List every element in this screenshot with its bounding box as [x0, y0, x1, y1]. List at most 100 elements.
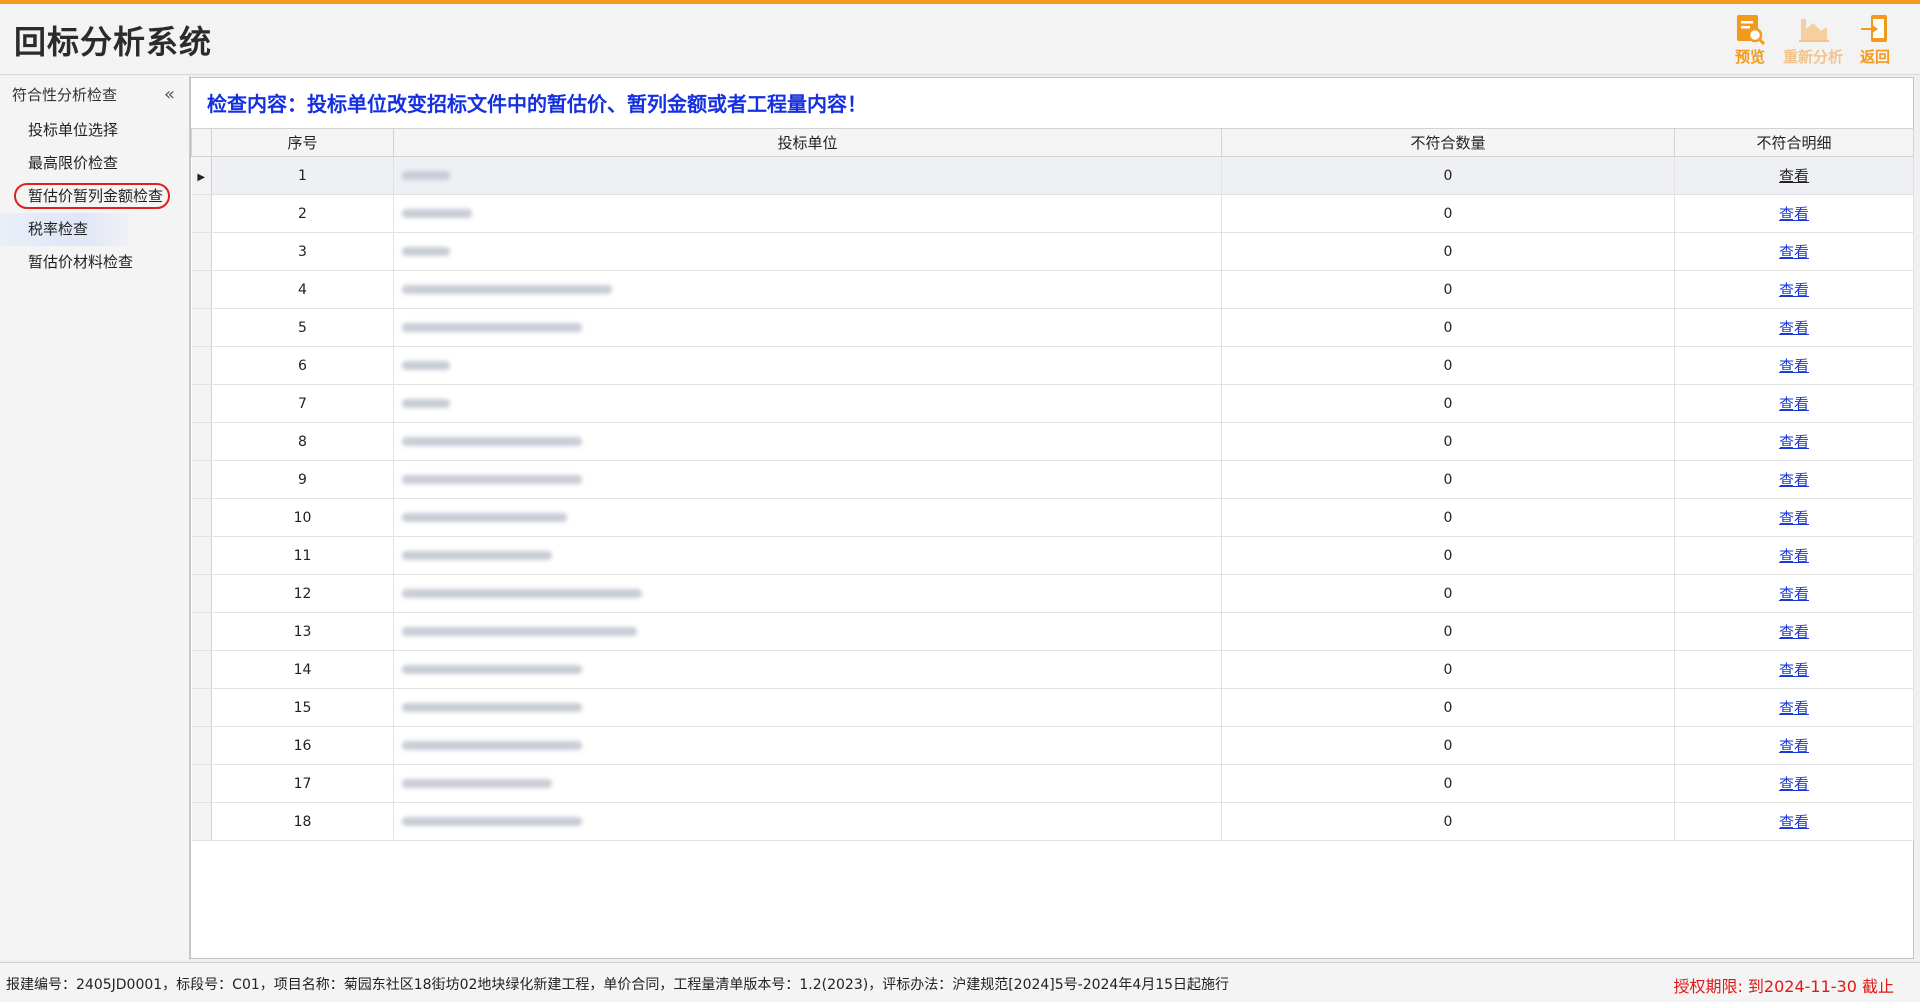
main-panel: 检查内容：投标单位改变招标文件中的暂估价、暂列金额或者工程量内容！ 序号 投标单…: [190, 77, 1914, 959]
row-number: 9: [211, 460, 394, 499]
row-indicator[interactable]: [191, 536, 212, 575]
row-indicator[interactable]: [191, 384, 212, 423]
table-row[interactable]: 15 0 查看: [191, 688, 1914, 727]
sidebar-item-provisional-sum-check[interactable]: 暂估价暂列金额检查: [0, 180, 189, 213]
status-bar: 报建编号：2405JD0001，标段号：C01，项目名称：菊园东社区18街坊02…: [0, 962, 1920, 1002]
table-row[interactable]: 2 0 查看: [191, 194, 1914, 233]
table-row[interactable]: 18 0 查看: [191, 802, 1914, 841]
table-row[interactable]: 12 0 查看: [191, 574, 1914, 613]
detail-cell: 查看: [1674, 574, 1914, 613]
detail-cell: 查看: [1674, 232, 1914, 271]
table-row[interactable]: 16 0 查看: [191, 726, 1914, 765]
row-number: 6: [211, 346, 394, 385]
table-row[interactable]: ▶ 1 0 查看: [191, 156, 1914, 195]
row-indicator[interactable]: [191, 726, 212, 765]
detail-cell: 查看: [1674, 308, 1914, 347]
row-indicator[interactable]: [191, 232, 212, 271]
preview-button[interactable]: 预览: [1730, 13, 1770, 67]
detail-cell: 查看: [1674, 498, 1914, 537]
bidder-name-redacted: [393, 726, 1222, 765]
row-indicator[interactable]: [191, 612, 212, 651]
view-detail-link[interactable]: 查看: [1779, 319, 1809, 337]
table-row[interactable]: 11 0 查看: [191, 536, 1914, 575]
row-indicator[interactable]: [191, 802, 212, 841]
sidebar-item-tax-rate-check[interactable]: 税率检查: [0, 213, 138, 246]
table-row[interactable]: 8 0 查看: [191, 422, 1914, 461]
sidebar-item-bidder-select[interactable]: 投标单位选择: [0, 114, 189, 147]
bidder-name-redacted: [393, 346, 1222, 385]
row-number: 3: [211, 232, 394, 271]
noncompliant-count: 0: [1221, 346, 1675, 385]
view-detail-link[interactable]: 查看: [1779, 205, 1809, 223]
view-detail-link[interactable]: 查看: [1779, 699, 1809, 717]
row-indicator[interactable]: [191, 270, 212, 309]
row-indicator[interactable]: ▶: [191, 156, 212, 195]
row-indicator[interactable]: [191, 574, 212, 613]
view-detail-link[interactable]: 查看: [1779, 243, 1809, 261]
back-button[interactable]: 返回: [1852, 13, 1898, 67]
column-header-noncompliant-detail[interactable]: 不符合明细: [1674, 128, 1914, 157]
detail-cell: 查看: [1674, 536, 1914, 575]
table-row[interactable]: 9 0 查看: [191, 460, 1914, 499]
app-title: 回标分析系统: [14, 23, 213, 61]
table-row[interactable]: 13 0 查看: [191, 612, 1914, 651]
column-header-no[interactable]: 序号: [211, 128, 394, 157]
column-header-bidder[interactable]: 投标单位: [393, 128, 1222, 157]
detail-cell: 查看: [1674, 384, 1914, 423]
table-row[interactable]: 4 0 查看: [191, 270, 1914, 309]
detail-cell: 查看: [1674, 346, 1914, 385]
table-row[interactable]: 17 0 查看: [191, 764, 1914, 803]
table-row[interactable]: 3 0 查看: [191, 232, 1914, 271]
view-detail-link[interactable]: 查看: [1779, 281, 1809, 299]
view-detail-link[interactable]: 查看: [1779, 623, 1809, 641]
row-number: 11: [211, 536, 394, 575]
redacted-text: [402, 171, 450, 180]
sidebar: 符合性分析检查 « 投标单位选择 最高限价检查 暂估价暂列金额检查 税率检查 暂…: [0, 76, 190, 960]
back-label: 返回: [1859, 48, 1890, 66]
row-indicator[interactable]: [191, 764, 212, 803]
preview-icon: [1737, 15, 1766, 45]
redacted-text: [402, 817, 582, 826]
view-detail-link[interactable]: 查看: [1779, 737, 1809, 755]
row-indicator[interactable]: [191, 422, 212, 461]
detail-cell: 查看: [1674, 688, 1914, 727]
row-indicator[interactable]: [191, 460, 212, 499]
noncompliant-count: 0: [1221, 384, 1675, 423]
row-indicator[interactable]: [191, 194, 212, 233]
view-detail-link[interactable]: 查看: [1779, 433, 1809, 451]
table-row[interactable]: 14 0 查看: [191, 650, 1914, 689]
sidebar-item-max-price-check[interactable]: 最高限价检查: [0, 147, 189, 180]
view-detail-link[interactable]: 查看: [1779, 167, 1809, 185]
sidebar-item-provisional-material-check[interactable]: 暂估价材料检查: [0, 246, 189, 279]
row-indicator[interactable]: [191, 346, 212, 385]
view-detail-link[interactable]: 查看: [1779, 471, 1809, 489]
view-detail-link[interactable]: 查看: [1779, 509, 1809, 527]
view-detail-link[interactable]: 查看: [1779, 775, 1809, 793]
view-detail-link[interactable]: 查看: [1779, 813, 1809, 831]
view-detail-link[interactable]: 查看: [1779, 661, 1809, 679]
view-detail-link[interactable]: 查看: [1779, 357, 1809, 375]
redacted-text: [402, 323, 582, 332]
table-row[interactable]: 6 0 查看: [191, 346, 1914, 385]
result-table: 序号 投标单位 不符合数量 不符合明细 ▶ 1 0 查看 2 0 查看 3 0 查看 4 0 查看 5 0 查…: [191, 128, 1914, 841]
table-row[interactable]: 10 0 查看: [191, 498, 1914, 537]
collapse-icon[interactable]: «: [164, 76, 175, 114]
table-row[interactable]: 7 0 查看: [191, 384, 1914, 423]
reanalyze-button[interactable]: 重新分析: [1778, 13, 1848, 67]
bidder-name-redacted: [393, 574, 1222, 613]
detail-cell: 查看: [1674, 422, 1914, 461]
row-indicator[interactable]: [191, 688, 212, 727]
view-detail-link[interactable]: 查看: [1779, 547, 1809, 565]
redacted-text: [402, 589, 642, 598]
column-header-noncompliant-count[interactable]: 不符合数量: [1221, 128, 1675, 157]
row-indicator[interactable]: [191, 308, 212, 347]
row-number: 16: [211, 726, 394, 765]
row-indicator[interactable]: [191, 498, 212, 537]
row-indicator[interactable]: [191, 650, 212, 689]
row-number: 14: [211, 650, 394, 689]
view-detail-link[interactable]: 查看: [1779, 395, 1809, 413]
view-detail-link[interactable]: 查看: [1779, 585, 1809, 603]
bidder-name-redacted: [393, 764, 1222, 803]
reanalyze-icon: [1799, 19, 1829, 42]
table-row[interactable]: 5 0 查看: [191, 308, 1914, 347]
